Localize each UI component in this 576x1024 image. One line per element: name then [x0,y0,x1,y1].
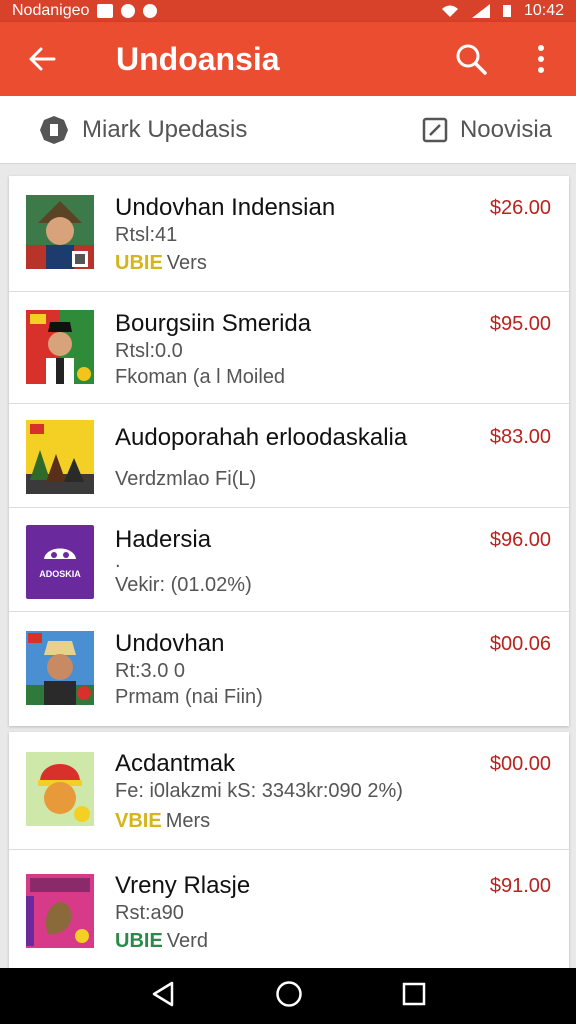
item-title: Hadersia [115,526,212,553]
signal-icon [471,4,490,18]
item-status: Fkoman (a l Moiled [115,366,286,388]
character-image-icon [26,752,94,826]
overflow-menu-button[interactable] [506,22,576,96]
item-price: $95.00 [489,313,551,335]
list-item[interactable]: Bourgsiin Smerida Rtsl:0.0 Fkoman (a l M… [9,292,569,404]
item-price: $83.00 [489,426,551,448]
list-item[interactable]: Audoporahah erloodaskalia Verdzmlao Fi(L… [9,404,569,508]
nav-back-button[interactable] [150,980,176,1013]
nav-recents-button[interactable] [402,982,426,1011]
poster-image-icon [26,874,94,948]
edit-icon [422,117,448,142]
item-thumbnail [26,874,94,948]
mark-updates-label: Miark Upedasis [82,115,248,143]
page-title: Undoansia [116,40,280,77]
item-version: UBIE Verd [115,930,208,953]
item-title: Undovhan [115,630,225,657]
edit-button[interactable]: Noovisia [422,116,552,144]
app-notification-icon [121,4,136,18]
status-time: 10:42 [523,2,564,19]
item-title: Undovhan Indensian [115,194,336,221]
portrait-image-icon [26,195,94,269]
item-badge-text: Vers [166,252,207,274]
item-title: Vreny Rlasje [115,872,251,899]
item-title: Bourgsiin Smerida [115,310,312,337]
search-icon [456,44,487,75]
list-item[interactable]: ADOSKIA Hadersia . Vekir: (01.02%) $96.0… [9,508,569,612]
nav-back-icon [152,981,173,1006]
wifi-icon [441,5,458,17]
portrait-image-icon [26,631,94,705]
item-thumbnail [26,310,94,384]
edit-label: Noovisia [459,115,552,143]
more-vert-icon [538,45,544,73]
item-title: Acdantmak [115,750,236,777]
app-bar: Undoansia [0,22,576,96]
item-list-secondary: Acdantmak Fe: i0lakzmi kS: 3343kr:090 2%… [9,732,569,968]
list-item[interactable]: Acdantmak Fe: i0lakzmi kS: 3343kr:090 2%… [9,732,569,850]
list-item[interactable]: Vreny Rlasje Rst:a90 UBIE Verd $91.00 [9,850,569,968]
item-subtitle: Rtsl:41 [115,224,178,246]
nav-home-icon [276,980,302,1007]
item-badge: UBIE [115,252,163,274]
item-version: VBIE Mers [115,810,210,833]
portrait-image-icon [26,310,94,384]
thumb-label: ADOSKIA [39,569,81,579]
item-subtitle: Rtsl:0.0 [115,340,183,362]
item-subtitle: . [115,550,121,572]
brand-logo-icon [44,548,76,559]
item-price: $96.00 [489,529,551,551]
item-subtitle: Rst:a90 [115,902,184,924]
landscape-image-icon [26,420,94,494]
item-thumbnail [26,752,94,826]
list-item[interactable]: Undovhan Indensian Rtsl:41 UBIE Vers $26.… [9,176,569,292]
back-button[interactable] [0,22,84,96]
nav-home-button[interactable] [275,980,303,1013]
item-thumbnail [26,420,94,494]
item-thumbnail [26,195,94,269]
item-price: $00.00 [489,753,551,775]
item-price: $00.06 [489,633,551,655]
item-status: Vekir: (01.02%) [115,574,252,596]
filter-bar: Miark Upedasis Noovisia [0,96,576,164]
status-carrier-text: Nodanigeo [12,2,90,19]
media-notification-icon [143,4,158,18]
item-status: Prmam (nai Fiin) [115,686,263,708]
list-item[interactable]: Undovhan Rt:3.0 0 Prmam (nai Fiin) $00.0… [9,612,569,726]
search-button[interactable] [436,22,506,96]
item-price: $26.00 [489,197,551,219]
item-list: Undovhan Indensian Rtsl:41 UBIE Vers $26.… [9,176,569,726]
item-subtitle: Rt:3.0 0 [115,660,186,682]
item-thumbnail: ADOSKIA [26,525,94,599]
item-badge: VBIE [115,810,162,832]
arrow-back-icon [29,47,56,71]
item-badge: UBIE [115,930,163,952]
item-price: $91.00 [489,875,551,897]
item-subtitle: Fe: i0lakzmi kS: 3343kr:090 2%) [115,780,403,802]
battery-icon [502,5,511,17]
item-badge-text: Verd [166,930,208,952]
notification-icon [97,4,114,18]
badge-icon [40,115,68,144]
nav-recents-icon [403,982,426,1005]
system-nav-bar [0,968,576,1024]
item-version: UBIE Vers [115,252,207,275]
item-badge-text: Mers [165,810,211,832]
item-thumbnail [26,631,94,705]
item-status: Verdzmlao Fi(L) [115,468,257,490]
mark-updates-button[interactable]: Miark Upedasis [38,114,247,146]
status-bar: Nodanigeo 10:42 [0,0,576,22]
item-title: Audoporahah erloodaskalia [115,424,408,451]
